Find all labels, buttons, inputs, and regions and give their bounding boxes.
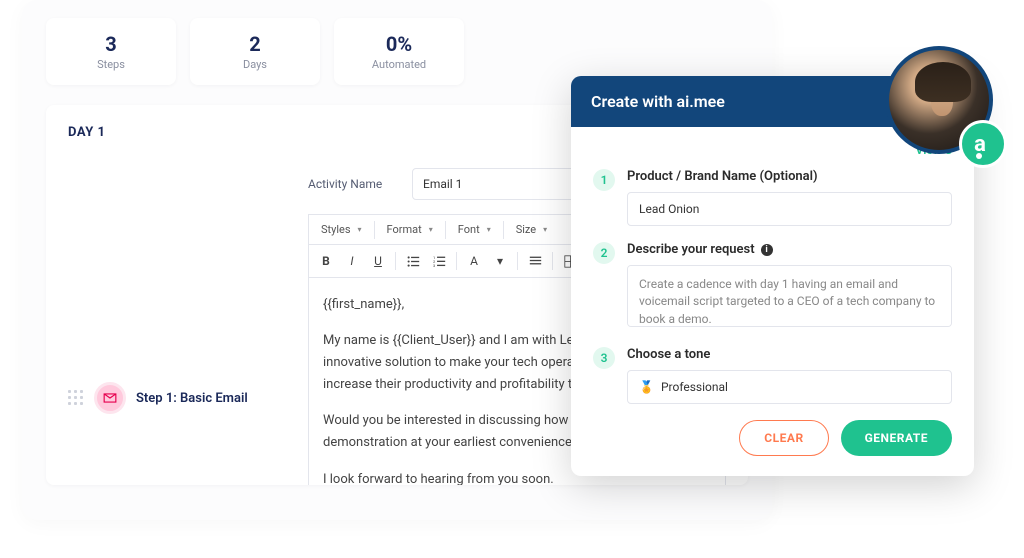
avatar-wrap: a: [885, 46, 1001, 162]
text-color-icon[interactable]: A: [463, 250, 485, 272]
chevron-down-icon[interactable]: ▾: [489, 250, 511, 272]
stat-days: 2 Days: [190, 18, 320, 85]
step-label: Step 1: Basic Email: [136, 391, 248, 406]
email-icon: [94, 382, 126, 414]
info-icon[interactable]: i: [761, 244, 773, 256]
bold-icon[interactable]: B: [315, 250, 337, 272]
drag-handle-icon[interactable]: [68, 390, 84, 406]
styles-select[interactable]: Styles: [315, 220, 368, 239]
step-row[interactable]: Step 1: Basic Email: [68, 288, 288, 485]
describe-request-label: Describe your request i: [627, 242, 952, 257]
stats-row: 3 Steps 2 Days 0% Automated: [46, 18, 748, 85]
describe-request-input[interactable]: [627, 265, 952, 327]
format-select[interactable]: Format: [381, 220, 439, 239]
stat-value: 0%: [334, 32, 464, 56]
step-number-2: 2: [593, 242, 615, 264]
brand-logo-icon: a: [959, 120, 1007, 168]
stat-label: Steps: [46, 58, 176, 71]
tone-label: Choose a tone: [627, 347, 952, 362]
underline-icon[interactable]: U: [367, 250, 389, 272]
italic-icon[interactable]: I: [341, 250, 363, 272]
align-icon[interactable]: [524, 250, 546, 272]
svg-text:3: 3: [433, 263, 436, 268]
step-number-1: 1: [593, 169, 615, 191]
bullet-list-icon[interactable]: [402, 250, 424, 272]
stat-label: Automated: [334, 58, 464, 71]
numbered-list-icon[interactable]: 123: [428, 250, 450, 272]
medal-icon: 🏅: [639, 380, 654, 394]
stat-label: Days: [190, 58, 320, 71]
stat-steps: 3 Steps: [46, 18, 176, 85]
font-select[interactable]: Font: [452, 220, 497, 239]
generate-button[interactable]: GENERATE: [841, 420, 952, 456]
stat-value: 2: [190, 32, 320, 56]
activity-name-label: Activity Name: [308, 177, 398, 191]
clear-button[interactable]: CLEAR: [739, 420, 828, 456]
product-name-input[interactable]: [627, 192, 952, 226]
product-name-label: Product / Brand Name (Optional): [627, 169, 952, 184]
step-number-3: 3: [593, 347, 615, 369]
stat-value: 3: [46, 32, 176, 56]
stat-automated: 0% Automated: [334, 18, 464, 85]
tone-select[interactable]: 🏅 Professional: [627, 370, 952, 404]
size-select[interactable]: Size: [510, 220, 553, 239]
